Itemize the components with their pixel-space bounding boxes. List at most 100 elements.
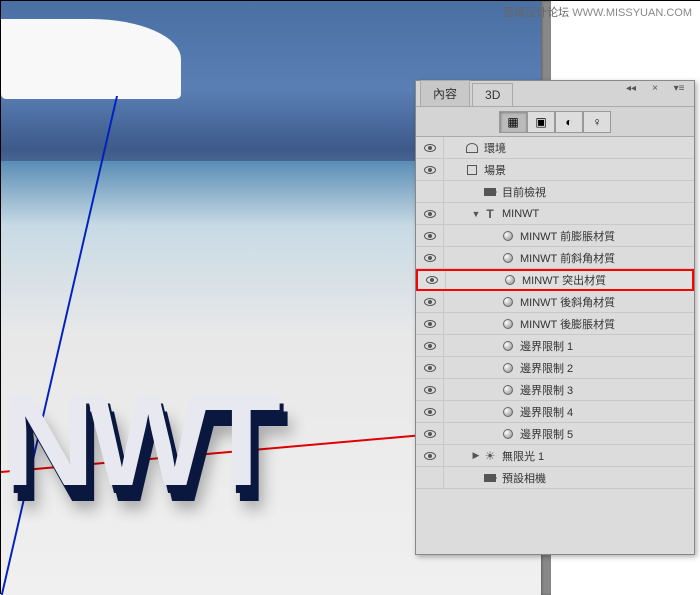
scene-icon <box>464 163 480 177</box>
row-label: MINWT 後膨脹材質 <box>520 316 694 332</box>
tree-row-current-view[interactable]: 目前檢視 <box>416 181 694 203</box>
mat-icon <box>500 229 516 243</box>
mat-icon <box>500 295 516 309</box>
mat-icon <box>500 383 516 397</box>
mat-icon <box>500 405 516 419</box>
panel-tab-bar: 內容 3D ◂◂ × ▾≡ <box>416 81 694 107</box>
scene-tree[interactable]: 環境場景目前檢視 ▼T MINWT MINWT 前膨脹材質 MINWT 前斜角材質 MIN… <box>416 137 694 554</box>
row-label: MINWT 前斜角材質 <box>520 250 694 266</box>
visibility-toggle[interactable] <box>416 445 444 466</box>
visibility-toggle[interactable] <box>416 225 444 246</box>
mesh-icon: ▣ <box>535 115 546 129</box>
visibility-toggle[interactable] <box>416 137 444 158</box>
collapse-icon[interactable]: ◂◂ <box>620 83 642 97</box>
text-icon: T <box>482 207 498 221</box>
mat-icon <box>500 339 516 353</box>
row-label: MINWT 前膨脹材質 <box>520 228 694 244</box>
mat-icon <box>500 317 516 331</box>
eye-icon <box>426 276 438 284</box>
light-icon: ♀ <box>593 115 602 129</box>
visibility-toggle[interactable] <box>416 401 444 422</box>
env-icon <box>464 141 480 155</box>
visibility-toggle[interactable] <box>416 247 444 268</box>
tree-row-scene[interactable]: 場景 <box>416 159 694 181</box>
eye-icon <box>424 254 436 262</box>
tree-row-minwt[interactable]: ▼T MINWT <box>416 203 694 225</box>
tree-row-bound-4[interactable]: 邊界限制 4 <box>416 401 694 423</box>
menu-icon[interactable]: ▾≡ <box>668 83 690 97</box>
tree-row-mat-front-bevel[interactable]: MINWT 前斜角材質 <box>416 247 694 269</box>
tree-row-bound-5[interactable]: 邊界限制 5 <box>416 423 694 445</box>
tree-row-bound-3[interactable]: 邊界限制 3 <box>416 379 694 401</box>
visibility-toggle[interactable] <box>418 271 446 289</box>
eye-icon <box>424 320 436 328</box>
row-label: 邊界限制 4 <box>520 404 694 420</box>
row-label: 環境 <box>484 140 694 156</box>
row-label: 場景 <box>484 162 694 178</box>
filter-light-button[interactable]: ♀ <box>583 111 611 133</box>
visibility-toggle[interactable] <box>416 159 444 180</box>
mat-icon <box>500 361 516 375</box>
tree-row-default-camera[interactable]: 預設相機 <box>416 467 694 489</box>
visibility-toggle[interactable] <box>416 335 444 356</box>
tree-row-infinite-light-1[interactable]: ▶☀ 無限光 1 <box>416 445 694 467</box>
eye-icon <box>424 210 436 218</box>
visibility-toggle[interactable] <box>416 181 444 202</box>
eye-icon <box>424 452 436 460</box>
row-label: 邊界限制 1 <box>520 338 694 354</box>
filter-scene-button[interactable]: ▦ <box>499 111 527 133</box>
3d-panel[interactable]: 內容 3D ◂◂ × ▾≡ ▦ ▣ ◐ ♀ 環境場景目前檢視 ▼T MINWT MIN… <box>415 80 695 555</box>
filter-material-button[interactable]: ◐ <box>555 111 583 133</box>
tree-row-environment[interactable]: 環境 <box>416 137 694 159</box>
umbrella-graphic <box>1 19 181 99</box>
row-label: 無限光 1 <box>502 448 694 464</box>
close-icon[interactable]: × <box>644 83 666 97</box>
filter-mesh-button[interactable]: ▣ <box>527 111 555 133</box>
visibility-toggle[interactable] <box>416 357 444 378</box>
visibility-toggle[interactable] <box>416 379 444 400</box>
eye-icon <box>424 408 436 416</box>
mat-icon <box>502 273 518 287</box>
visibility-toggle[interactable] <box>416 467 444 488</box>
eye-icon <box>424 232 436 240</box>
watermark: 思缘设计论坛 WWW.MISSYUAN.COM <box>503 4 692 20</box>
eye-icon <box>424 364 436 372</box>
row-label: 目前檢視 <box>502 184 694 200</box>
toggle-arrow[interactable]: ▼ <box>470 209 482 219</box>
cam-icon <box>482 185 498 199</box>
watermark-en: WWW.MISSYUAN.COM <box>572 7 692 19</box>
visibility-toggle[interactable] <box>416 423 444 444</box>
row-label: 邊界限制 5 <box>520 426 694 442</box>
visibility-toggle[interactable] <box>416 313 444 334</box>
row-label: 邊界限制 3 <box>520 382 694 398</box>
eye-icon <box>424 298 436 306</box>
tree-row-bound-2[interactable]: 邊界限制 2 <box>416 357 694 379</box>
tree-row-mat-back-bevel[interactable]: MINWT 後斜角材質 <box>416 291 694 313</box>
visibility-toggle[interactable] <box>416 291 444 312</box>
3d-text-object[interactable]: NWT <box>1 365 273 515</box>
watermark-cn: 思缘设计论坛 <box>503 7 569 19</box>
eye-icon <box>424 342 436 350</box>
eye-icon <box>424 430 436 438</box>
tree-row-mat-extrusion[interactable]: MINWT 突出材質 <box>416 269 694 291</box>
panel-controls: ◂◂ × ▾≡ <box>620 83 690 97</box>
tab-3d[interactable]: 3D <box>472 83 513 106</box>
row-label: MINWT <box>502 208 694 220</box>
row-label: MINWT 後斜角材質 <box>520 294 694 310</box>
tree-row-mat-back-inflation[interactable]: MINWT 後膨脹材質 <box>416 313 694 335</box>
tree-row-mat-front-inflation[interactable]: MINWT 前膨脹材質 <box>416 225 694 247</box>
toggle-arrow[interactable]: ▶ <box>470 450 482 461</box>
material-icon: ◐ <box>565 115 572 129</box>
filter-bar: ▦ ▣ ◐ ♀ <box>416 107 694 137</box>
light-icon: ☀ <box>482 449 498 463</box>
row-label: 邊界限制 2 <box>520 360 694 376</box>
eye-icon <box>424 166 436 174</box>
tree-row-bound-1[interactable]: 邊界限制 1 <box>416 335 694 357</box>
visibility-toggle[interactable] <box>416 203 444 224</box>
tab-content[interactable]: 內容 <box>420 80 470 106</box>
mat-icon <box>500 251 516 265</box>
mat-icon <box>500 427 516 441</box>
scene-icon: ▦ <box>507 115 518 129</box>
eye-icon <box>424 386 436 394</box>
row-label: MINWT 突出材質 <box>522 272 692 288</box>
